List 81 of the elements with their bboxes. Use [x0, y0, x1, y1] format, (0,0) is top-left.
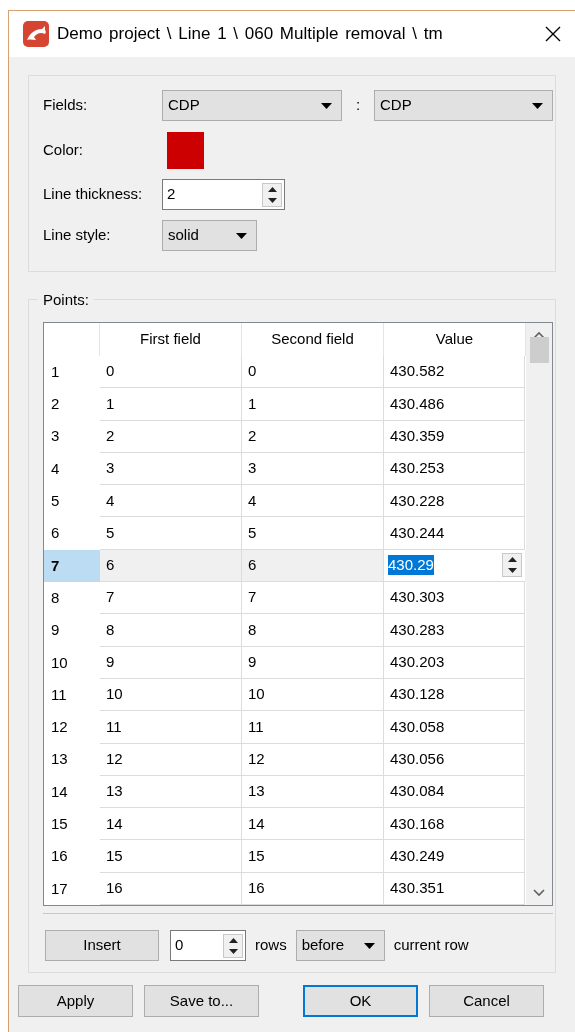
window-title: Demo project \ Line 1 \ 060 Multiple removal \ tm — [57, 23, 443, 46]
row-header[interactable]: 7 — [44, 549, 100, 583]
fields-label: Fields: — [43, 95, 89, 116]
dropdown-arrow-icon — [236, 232, 247, 239]
row-header[interactable]: 1 — [44, 355, 100, 389]
table-cell: 430.244 — [384, 517, 525, 550]
position-dropdown[interactable]: before — [295, 930, 385, 961]
row-header[interactable]: 13 — [44, 743, 100, 776]
row-header[interactable]: 3 — [44, 420, 100, 453]
separator-text: : — [354, 95, 362, 116]
row-header[interactable]: 15 — [44, 808, 100, 841]
dialog-button[interactable]: Save to... — [144, 985, 259, 1017]
table-cell: 16 — [242, 872, 384, 905]
table-cell: 430.203 — [384, 646, 525, 679]
spin-buttons[interactable] — [223, 933, 243, 958]
table-cell: 430.283 — [384, 614, 525, 647]
table-cell: 2 — [242, 420, 384, 453]
table-cell: 15 — [100, 840, 242, 873]
scroll-up-icon[interactable] — [533, 331, 545, 339]
table-cell: 430.486 — [384, 388, 525, 421]
table-cell: 5 — [242, 517, 384, 550]
table-cell: 9 — [100, 646, 242, 679]
dropdown-arrow-icon — [363, 942, 375, 949]
row-header[interactable]: 5 — [44, 485, 100, 518]
table-cell: 12 — [100, 743, 242, 776]
table-cell: 16 — [100, 872, 242, 905]
line-thickness-label: Line thickness: — [43, 184, 144, 205]
row-header[interactable]: 16 — [44, 840, 100, 873]
row-header[interactable]: 4 — [44, 452, 100, 486]
row-header[interactable]: 11 — [44, 678, 100, 712]
table-row[interactable]: 7 6 6 430.29 — [44, 549, 526, 583]
current-row-label: current row — [393, 935, 469, 956]
close-icon — [545, 26, 561, 42]
second-field-dropdown[interactable]: CDP — [374, 90, 553, 121]
row-header[interactable]: 2 — [44, 388, 100, 421]
dialog-button[interactable]: OK — [303, 985, 418, 1017]
table-cell: 1 — [242, 388, 384, 421]
vertical-scrollbar[interactable] — [526, 323, 552, 905]
row-header[interactable]: 12 — [44, 711, 100, 744]
color-label: Color: — [43, 139, 84, 160]
table-cell: 8 — [100, 614, 242, 647]
dropdown-arrow-icon — [532, 102, 543, 109]
row-header[interactable]: 17 — [44, 872, 100, 905]
table-cell: 430.056 — [384, 743, 525, 776]
row-header[interactable]: 6 — [44, 517, 100, 550]
table-cell: 5 — [100, 517, 242, 550]
table-cell: 8 — [242, 614, 384, 647]
value-editor[interactable]: 430.29 — [384, 549, 525, 583]
row-header[interactable]: 9 — [44, 614, 100, 647]
dialog-button[interactable]: Cancel — [429, 985, 544, 1017]
table-cell: 11 — [242, 711, 384, 744]
column-header[interactable]: First field — [100, 323, 242, 356]
row-count-spinbox[interactable]: 0 — [170, 930, 246, 961]
row-header[interactable]: 8 — [44, 582, 100, 615]
line-thickness-spinbox[interactable]: 2 — [162, 179, 285, 210]
table-cell: 12 — [242, 743, 384, 776]
spin-buttons[interactable] — [502, 553, 522, 578]
table-cell: 430.351 — [384, 872, 525, 905]
table-cell: 1 — [100, 388, 242, 421]
dolphin-logo-icon — [23, 21, 49, 47]
spin-buttons[interactable] — [262, 182, 282, 207]
table-cell: 2 — [100, 420, 242, 453]
table-cell: 15 — [242, 840, 384, 873]
table-cell: 430.058 — [384, 711, 525, 744]
dropdown-arrow-icon — [321, 102, 332, 109]
table-cell: 11 — [100, 711, 242, 744]
row-header[interactable]: 10 — [44, 646, 100, 679]
rows-label: rows — [255, 935, 287, 956]
first-field-dropdown[interactable]: CDP — [162, 90, 342, 121]
table-cell: 430.359 — [384, 420, 525, 453]
line-style-dropdown[interactable]: solid — [162, 220, 257, 251]
scroll-down-icon[interactable] — [533, 889, 545, 897]
row-header[interactable]: 14 — [44, 775, 100, 809]
table-cell: 9 — [242, 646, 384, 679]
dialog-button[interactable]: Apply — [18, 985, 133, 1017]
insert-button[interactable]: Insert — [45, 930, 159, 961]
column-header[interactable]: Second field — [242, 323, 384, 356]
scrollbar-thumb[interactable] — [529, 337, 549, 363]
table-cell: 430.249 — [384, 840, 525, 873]
color-swatch[interactable] — [167, 131, 204, 169]
line-style-label: Line style: — [43, 225, 112, 246]
